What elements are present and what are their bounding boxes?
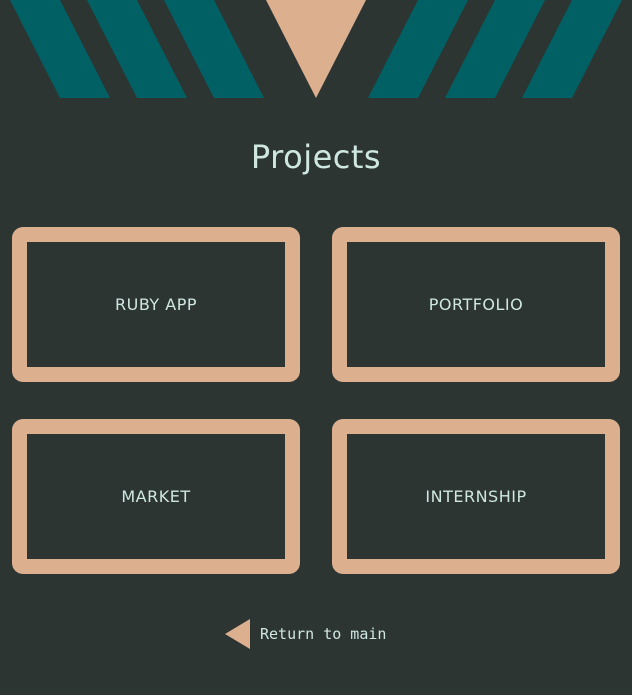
return-to-main-link[interactable]: Return to main (225, 618, 386, 650)
project-card-label: INTERNSHIP (425, 487, 527, 506)
project-card-internship[interactable]: INTERNSHIP (332, 419, 620, 574)
project-card-market[interactable]: MARKET (12, 419, 300, 574)
project-card-ruby-app[interactable]: RUBY APP (12, 227, 300, 382)
banner-triangle (266, 0, 366, 98)
header-banner (10, 0, 622, 98)
project-card-portfolio[interactable]: PORTFOLIO (332, 227, 620, 382)
project-card-label: RUBY APP (114, 295, 198, 314)
triangle-left-icon (225, 619, 250, 649)
page-title: Projects (250, 138, 382, 176)
return-to-main-label: Return to main (260, 625, 387, 643)
project-card-label: PORTFOLIO (428, 295, 524, 314)
project-card-label: MARKET (121, 487, 191, 506)
